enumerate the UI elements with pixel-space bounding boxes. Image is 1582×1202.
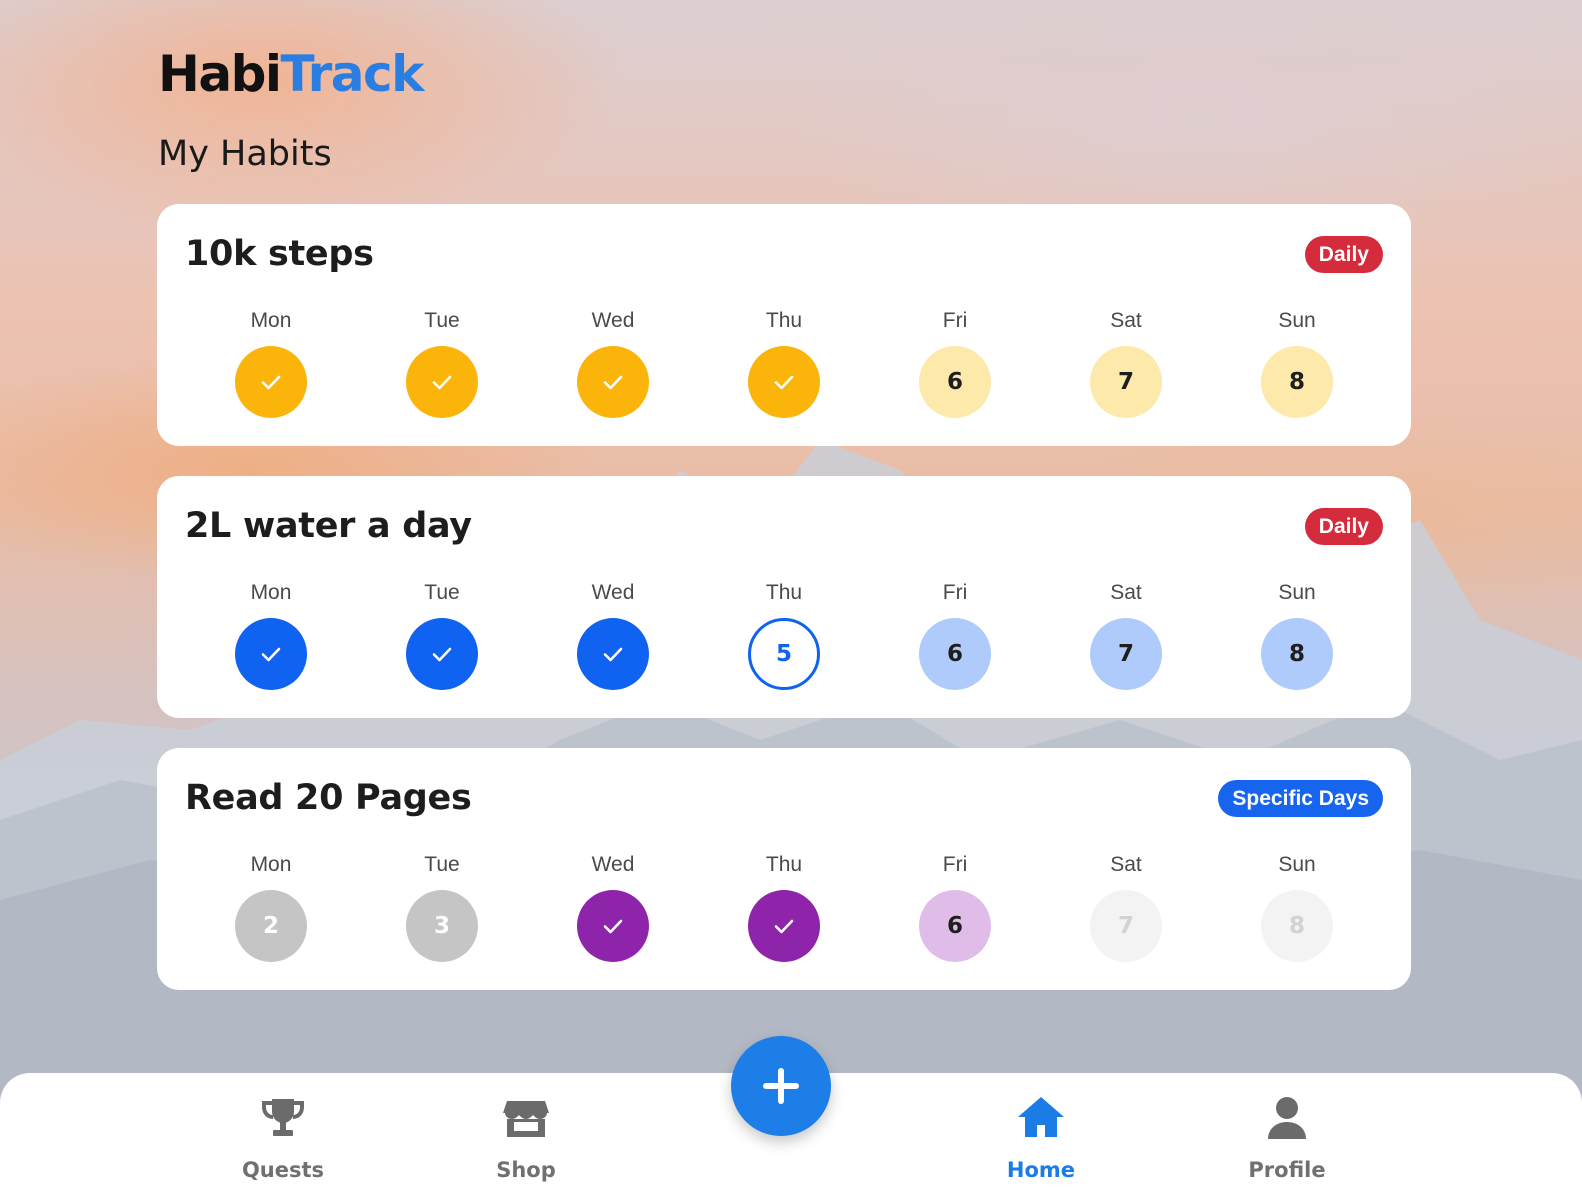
frequency-badge: Daily <box>1304 508 1383 545</box>
day-tue: Tue 3 <box>397 852 487 972</box>
day-thu: Thu <box>739 852 829 972</box>
day-label: Wed <box>591 853 635 876</box>
day-sun: Sun 8 <box>1252 308 1342 428</box>
day-status-upcoming[interactable]: 8 <box>1261 618 1333 690</box>
day-label: Sun <box>1278 581 1316 604</box>
frequency-badge: Daily <box>1304 236 1383 273</box>
check-icon <box>432 375 452 390</box>
day-sat: Sat 7 <box>1081 852 1171 972</box>
day-status-upcoming[interactable]: 6 <box>919 618 991 690</box>
day-status-missed[interactable]: 2 <box>235 890 307 962</box>
check-icon <box>432 647 452 662</box>
trophy-icon <box>262 1099 304 1136</box>
add-habit-button[interactable] <box>731 1036 831 1136</box>
home-icon <box>1018 1097 1064 1137</box>
plus-icon <box>763 1068 799 1104</box>
day-status-upcoming[interactable]: 6 <box>919 890 991 962</box>
day-sat: Sat 7 <box>1081 580 1171 700</box>
nav-item-shop[interactable]: Shop <box>446 1093 606 1193</box>
day-label: Wed <box>591 581 635 604</box>
habit-card[interactable]: 2L water a day Daily Mon Tue Wed Thu 5 Fri 6 Sa… <box>157 476 1411 718</box>
nav-label: Shop <box>496 1158 556 1182</box>
day-label: Tue <box>424 581 460 604</box>
day-label: Thu <box>765 309 803 332</box>
day-label: Mon <box>250 853 292 876</box>
check-icon <box>603 647 623 662</box>
nav-item-home[interactable]: Home <box>961 1093 1121 1193</box>
day-sun: Sun 8 <box>1252 580 1342 700</box>
store-icon <box>503 1101 549 1137</box>
day-label: Sun <box>1278 853 1316 876</box>
day-fri: Fri 6 <box>910 580 1000 700</box>
day-label: Thu <box>765 581 803 604</box>
day-label: Sun <box>1278 309 1316 332</box>
logo-text-primary: Habi <box>158 45 282 103</box>
day-wed: Wed <box>568 852 658 972</box>
day-wed: Wed <box>568 308 658 428</box>
day-status-done[interactable] <box>235 618 307 690</box>
day-status-done[interactable] <box>406 346 478 418</box>
day-label: Thu <box>765 853 803 876</box>
day-label: Mon <box>250 309 292 332</box>
day-status-not-scheduled[interactable]: 7 <box>1090 890 1162 962</box>
day-status-today[interactable]: 5 <box>748 618 820 690</box>
day-label: Wed <box>591 309 635 332</box>
day-label: Sat <box>1110 309 1142 332</box>
day-label: Fri <box>942 853 968 876</box>
nav-item-profile[interactable]: Profile <box>1207 1093 1367 1193</box>
day-thu: Thu 5 <box>739 580 829 700</box>
day-wed: Wed <box>568 580 658 700</box>
day-thu: Thu <box>739 308 829 428</box>
day-status-upcoming[interactable]: 8 <box>1261 346 1333 418</box>
day-label: Fri <box>942 581 968 604</box>
day-status-upcoming[interactable]: 7 <box>1090 346 1162 418</box>
check-icon <box>603 919 623 934</box>
page-title: My Habits <box>158 134 332 174</box>
day-tue: Tue <box>397 580 487 700</box>
day-fri: Fri 6 <box>910 308 1000 428</box>
nav-label: Profile <box>1248 1158 1326 1182</box>
user-icon <box>1268 1097 1306 1139</box>
day-fri: Fri 6 <box>910 852 1000 972</box>
day-label: Sat <box>1110 853 1142 876</box>
day-status-missed[interactable]: 3 <box>406 890 478 962</box>
day-status-done[interactable] <box>406 618 478 690</box>
check-icon <box>603 375 623 390</box>
day-sun: Sun 8 <box>1252 852 1342 972</box>
day-label: Sat <box>1110 581 1142 604</box>
day-status-done[interactable] <box>577 346 649 418</box>
day-label: Mon <box>250 581 292 604</box>
app-logo: HabiTrack <box>158 45 425 103</box>
day-status-done[interactable] <box>748 890 820 962</box>
day-status-done[interactable] <box>748 346 820 418</box>
day-mon: Mon <box>226 580 316 700</box>
nav-label: Quests <box>241 1158 325 1182</box>
day-sat: Sat 7 <box>1081 308 1171 428</box>
day-label: Tue <box>424 853 460 876</box>
habit-title: Read 20 Pages <box>185 778 472 818</box>
day-mon: Mon 2 <box>226 852 316 972</box>
check-icon <box>261 647 281 662</box>
day-mon: Mon <box>226 308 316 428</box>
check-icon <box>261 375 281 390</box>
nav-label: Home <box>1006 1158 1076 1182</box>
habit-card[interactable]: 10k steps Daily Mon Tue Wed Thu Fri 6 Sat 7 Sun 8 <box>157 204 1411 446</box>
logo-text-accent: Track <box>280 45 425 103</box>
habit-title: 10k steps <box>185 234 374 274</box>
day-status-done[interactable] <box>235 346 307 418</box>
day-status-not-scheduled[interactable]: 8 <box>1261 890 1333 962</box>
day-status-done[interactable] <box>577 618 649 690</box>
frequency-badge: Specific Days <box>1218 780 1383 817</box>
check-icon <box>774 375 794 390</box>
day-status-upcoming[interactable]: 7 <box>1090 618 1162 690</box>
day-tue: Tue <box>397 308 487 428</box>
day-label: Tue <box>424 309 460 332</box>
habit-title: 2L water a day <box>185 506 472 546</box>
day-label: Fri <box>942 309 968 332</box>
day-status-upcoming[interactable]: 6 <box>919 346 991 418</box>
nav-item-quests[interactable]: Quests <box>203 1093 363 1193</box>
day-status-done[interactable] <box>577 890 649 962</box>
check-icon <box>774 919 794 934</box>
habit-card[interactable]: Read 20 Pages Specific Days Mon 2 Tue 3 Wed T… <box>157 748 1411 990</box>
